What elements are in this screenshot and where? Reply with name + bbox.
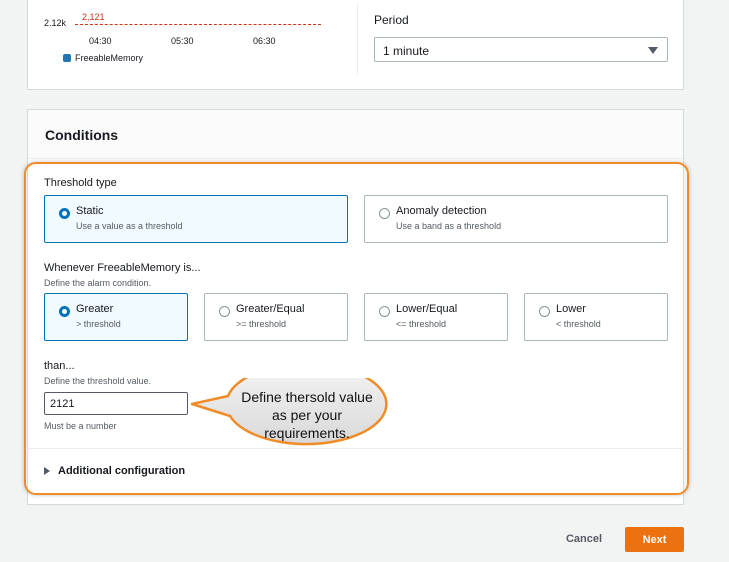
whenever-label: Whenever FreeableMemory is...: [44, 262, 201, 274]
additional-configuration-toggle[interactable]: Additional configuration: [44, 465, 185, 477]
option-title: Anomaly detection: [396, 205, 487, 217]
threshold-type-static[interactable]: Static Use a value as a threshold: [44, 195, 348, 243]
whenever-description: Define the alarm condition.: [44, 278, 152, 288]
period-label: Period: [374, 13, 409, 27]
radio-icon: [379, 208, 390, 219]
radio-icon: [539, 306, 550, 317]
option-subtitle: Use a band as a threshold: [396, 221, 502, 231]
legend-label: FreeableMemory: [75, 53, 144, 63]
chart-legend[interactable]: FreeableMemory: [63, 53, 143, 63]
option-title: Lower/Equal: [396, 303, 458, 315]
option-subtitle: <= threshold: [396, 319, 447, 329]
condition-greater-equal[interactable]: Greater/Equal >= threshold: [204, 293, 348, 341]
chart-x-tick: 05:30: [171, 36, 194, 46]
threshold-line: [75, 24, 321, 25]
chart-x-tick: 04:30: [89, 36, 112, 46]
radio-selected-icon: [59, 208, 70, 219]
threshold-value-input[interactable]: [44, 392, 188, 415]
panel-divider: [357, 3, 358, 75]
caret-down-icon: [648, 47, 658, 54]
threshold-type-label: Threshold type: [44, 177, 117, 189]
option-title: Static: [76, 205, 104, 217]
condition-lower[interactable]: Lower < threshold: [524, 293, 668, 341]
conditions-title: Conditions: [45, 127, 119, 143]
option-subtitle: >= threshold: [236, 319, 287, 329]
period-value: 1 minute: [383, 44, 430, 58]
next-button[interactable]: Next: [625, 527, 684, 552]
condition-greater[interactable]: Greater > threshold: [44, 293, 188, 341]
option-subtitle: < threshold: [556, 319, 601, 329]
chart-x-tick: 06:30: [253, 36, 276, 46]
option-title: Lower: [556, 303, 586, 315]
threshold-line-label: 2,121: [82, 12, 105, 22]
option-title: Greater/Equal: [236, 303, 305, 315]
conditions-header: Conditions: [28, 110, 683, 159]
legend-swatch: [63, 54, 71, 62]
caret-right-icon: [44, 467, 50, 475]
callout-text: Define thersold value as per your requir…: [241, 389, 373, 441]
period-select[interactable]: 1 minute: [374, 37, 668, 62]
chart-y-tick: 2.12k: [44, 18, 67, 28]
metric-panel: 2.12k 2,121 04:30 05:30 06:30 FreeableMe…: [27, 0, 684, 90]
than-description: Define the threshold value.: [44, 376, 152, 386]
than-label: than...: [44, 360, 75, 372]
option-title: Greater: [76, 303, 114, 315]
cancel-button[interactable]: Cancel: [556, 528, 612, 550]
metric-chart: 2.12k 2,121 04:30 05:30 06:30 FreeableMe…: [28, 0, 358, 91]
additional-configuration-label: Additional configuration: [58, 465, 186, 477]
than-hint: Must be a number: [44, 421, 117, 431]
condition-lower-equal[interactable]: Lower/Equal <= threshold: [364, 293, 508, 341]
threshold-type-anomaly[interactable]: Anomaly detection Use a band as a thresh…: [364, 195, 668, 243]
option-subtitle: > threshold: [76, 319, 121, 329]
radio-icon: [219, 306, 230, 317]
radio-selected-icon: [59, 306, 70, 317]
radio-icon: [379, 306, 390, 317]
option-subtitle: Use a value as a threshold: [76, 221, 183, 231]
